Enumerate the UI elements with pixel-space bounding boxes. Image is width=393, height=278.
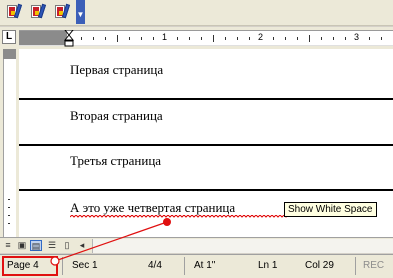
document-tool-icon-2[interactable] bbox=[28, 3, 48, 21]
page-1-text[interactable]: Первая страница bbox=[70, 62, 163, 78]
tooltip: Show White Space bbox=[284, 202, 377, 217]
reading-layout-icon[interactable]: ▯ bbox=[61, 240, 73, 251]
status-line[interactable]: Ln 1 bbox=[258, 260, 277, 271]
view-bar: ≡ ▣ ▤ ☰ ▯ ◂ bbox=[0, 237, 393, 253]
horizontal-scrollbar[interactable] bbox=[92, 239, 393, 253]
status-page[interactable]: Page 4 bbox=[7, 260, 39, 271]
status-rec[interactable]: REC bbox=[363, 260, 384, 271]
ruler-number: 3 bbox=[354, 32, 360, 42]
status-section[interactable]: Sec 1 bbox=[72, 260, 98, 271]
spelling-squiggle bbox=[70, 215, 288, 218]
status-at[interactable]: At 1" bbox=[194, 260, 215, 271]
print-layout-icon[interactable]: ▤ bbox=[30, 240, 42, 251]
outline-view-icon[interactable]: ☰ bbox=[46, 240, 58, 251]
ruler-number: 2 bbox=[258, 32, 264, 42]
status-bar: Page 4 Sec 1 4/4 At 1" Ln 1 Col 29 REC bbox=[0, 254, 393, 278]
document-tool-icon-1[interactable] bbox=[4, 3, 24, 21]
page-break-line[interactable] bbox=[19, 144, 393, 146]
scroll-left-icon[interactable]: ◂ bbox=[76, 240, 88, 251]
web-layout-icon[interactable]: ▣ bbox=[16, 240, 28, 251]
word-window: ▼ L 1 2 3 Первая страница Вторая страниц… bbox=[0, 0, 393, 278]
indent-marker-icon[interactable] bbox=[64, 30, 74, 47]
vertical-ruler[interactable] bbox=[0, 49, 19, 237]
tab-selector[interactable]: L bbox=[2, 30, 16, 44]
chevron-down-icon[interactable]: ▼ bbox=[76, 0, 85, 24]
ruler-left-margin bbox=[19, 31, 67, 45]
toolbar: ▼ bbox=[0, 0, 393, 26]
page-4-text[interactable]: А это уже четвертая страница bbox=[70, 200, 235, 216]
horizontal-ruler[interactable]: 1 2 3 bbox=[19, 30, 393, 47]
page-break-line[interactable] bbox=[19, 189, 393, 191]
page-2-text[interactable]: Вторая страница bbox=[70, 108, 163, 124]
page-break-line[interactable] bbox=[19, 98, 393, 100]
ruler-number: 1 bbox=[162, 32, 168, 42]
status-page-of[interactable]: 4/4 bbox=[148, 260, 162, 271]
normal-view-icon[interactable]: ≡ bbox=[2, 240, 14, 251]
horizontal-ruler-row: L 1 2 3 bbox=[0, 27, 393, 49]
page-3-text[interactable]: Третья страница bbox=[70, 153, 161, 169]
status-column[interactable]: Col 29 bbox=[305, 260, 334, 271]
document-tool-icon-3[interactable] bbox=[52, 3, 72, 21]
